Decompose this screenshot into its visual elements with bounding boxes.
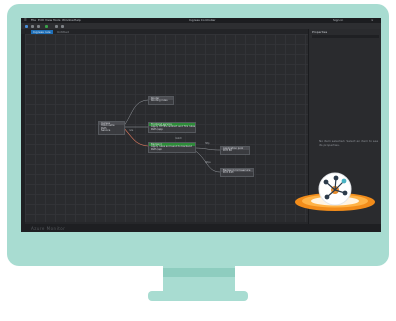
monitor-base <box>148 291 248 301</box>
edge-label: https <box>205 161 211 164</box>
node-row: Path /app <box>151 127 163 131</box>
product-logo: Azure Monitor <box>31 226 66 231</box>
zoom-icon[interactable] <box>55 24 58 28</box>
node-row: Port 443 <box>223 171 234 174</box>
run-icon[interactable] <box>45 24 48 28</box>
edge-ingress-backend <box>122 126 149 147</box>
node-row: Path /api <box>151 147 162 151</box>
node-router[interactable]: Router Routing rules <box>148 96 174 105</box>
node-application-pool[interactable]: Application pool Port 80 <box>220 146 250 155</box>
panel-empty-message: No item selected. Select an item to see … <box>319 139 379 147</box>
edge-label: rule <box>129 129 134 132</box>
undo-icon[interactable] <box>31 24 34 28</box>
node-row: Service <box>101 129 111 132</box>
edge-label: http <box>205 142 210 145</box>
node-row: Routing rules <box>151 99 168 102</box>
redo-icon[interactable] <box>37 24 40 28</box>
tab-ingress-rule[interactable]: Ingress rule <box>31 29 53 34</box>
panel-title: Properties <box>312 30 328 34</box>
edge-ingress-router <box>122 99 149 128</box>
save-icon[interactable] <box>25 24 28 28</box>
search-input[interactable] <box>312 35 379 38</box>
edge-label: match <box>175 137 182 140</box>
monitor-neck-shadow <box>163 268 235 277</box>
node-row: Port 80 <box>223 149 232 152</box>
logo-badge-icon <box>295 172 375 211</box>
graph-canvas[interactable]: rule match http https Ingress Host name … <box>25 34 308 222</box>
fit-icon[interactable] <box>61 24 64 28</box>
tab-untitled[interactable]: Untitled <box>55 30 71 34</box>
node-frontend-service[interactable]: Frontend service Apply HTTPS redirect an… <box>148 122 196 133</box>
status-bar <box>21 224 381 232</box>
node-backend[interactable]: Backend Apply rules and send to backend … <box>148 142 196 153</box>
edge-backend-pool <box>193 147 221 151</box>
node-ingress[interactable]: Ingress Host name Path Service <box>98 121 125 135</box>
node-backend-microservice[interactable]: Backend microservice Port 443 <box>220 168 254 177</box>
